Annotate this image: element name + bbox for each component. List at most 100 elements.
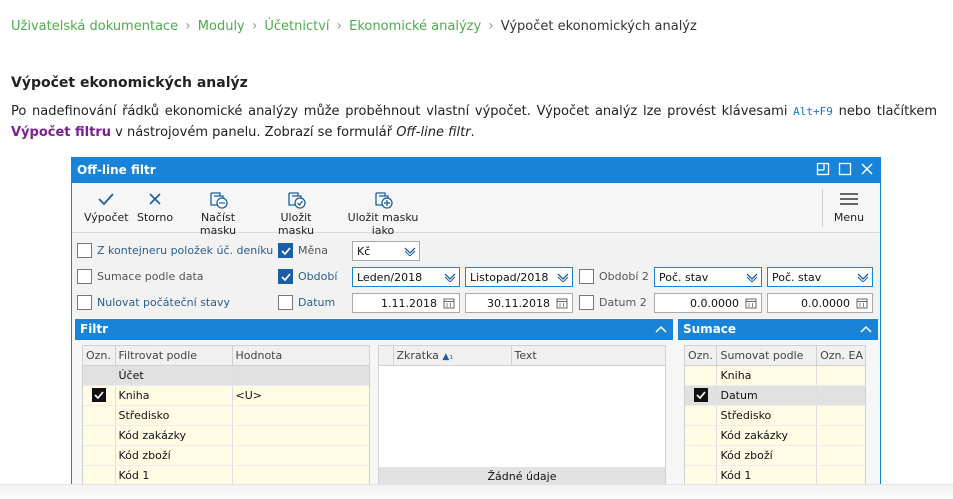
filter-field-cell[interactable]: Středisko (115, 405, 233, 426)
table-row[interactable]: Kód zakázky (83, 425, 369, 446)
checkmark-icon (91, 388, 106, 402)
row-mark-cell[interactable] (83, 425, 116, 446)
filter-panel-title: Filtr (80, 322, 109, 336)
date2-from-value: 0.0.0000 (690, 297, 739, 310)
currency-select[interactable]: Kč (352, 241, 420, 261)
chevron-up-icon[interactable] (654, 322, 668, 336)
sum-field-cell[interactable]: Kód zakázky (716, 425, 818, 446)
from-container-checkbox[interactable] (77, 243, 92, 258)
filter-field-cell[interactable]: Kód zakázky (115, 425, 233, 446)
period-checkbox[interactable] (278, 269, 293, 284)
cancel-button[interactable]: Storno (137, 189, 173, 224)
breadcrumb-link-docs[interactable]: Uživatelská dokumentace (11, 19, 178, 34)
breadcrumb-link-modules[interactable]: Moduly (198, 19, 245, 34)
table-row[interactable]: Středisko (685, 405, 865, 426)
button-reference: Výpočet filtru (11, 125, 112, 140)
filter-field-cell[interactable]: Kód 1 (115, 465, 233, 486)
row-mark-cell[interactable] (685, 445, 718, 466)
table-row[interactable]: Kód zakázky (685, 425, 865, 446)
sum-code-cell[interactable] (816, 385, 865, 406)
column-header[interactable]: Ozn. (685, 346, 718, 366)
date2-from-input[interactable]: 0.0.0000 (654, 293, 762, 313)
filter-value-cell[interactable] (232, 425, 369, 446)
filter-value-cell[interactable]: <U> (232, 385, 369, 406)
close-icon[interactable] (860, 162, 874, 176)
calc-button[interactable]: Výpočet (84, 189, 129, 224)
period2-from-select[interactable]: Poč. stav (654, 267, 762, 287)
row-mark-cell[interactable] (83, 445, 116, 466)
column-header[interactable]: Zkratka ▲₁ (393, 346, 512, 366)
period2-to-select[interactable]: Poč. stav (767, 267, 873, 287)
date2-checkbox[interactable] (579, 295, 594, 310)
sum-field-cell[interactable]: Středisko (716, 405, 818, 426)
menu-button[interactable]: Menu (830, 189, 868, 224)
row-mark-cell[interactable] (83, 365, 116, 386)
sum-code-cell[interactable] (816, 465, 865, 486)
period-to-select[interactable]: Listopad/2018 (465, 267, 573, 287)
checkmark-icon (98, 193, 114, 206)
row-mark-cell[interactable] (685, 385, 718, 406)
sum-by-date-checkbox[interactable] (77, 269, 92, 284)
filter-value-cell[interactable] (232, 445, 369, 466)
sum-field-cell[interactable]: Kód 1 (716, 465, 818, 486)
date-checkbox[interactable] (278, 295, 293, 310)
table-row[interactable]: Středisko (83, 405, 369, 426)
breadcrumb-link-accounting[interactable]: Účetnictví (264, 19, 329, 34)
row-mark-cell[interactable] (685, 425, 718, 446)
load-mask-button[interactable]: Načíst masku (184, 189, 252, 237)
row-mark-cell[interactable] (685, 365, 718, 386)
row-mark-cell[interactable] (685, 405, 718, 426)
period-from-select[interactable]: Leden/2018 (352, 267, 460, 287)
date-from-input[interactable]: 1.11.2018 (352, 293, 460, 313)
dropdown-icon (557, 273, 569, 282)
restore-icon[interactable] (816, 162, 830, 176)
date2-to-value: 0.0.0000 (801, 297, 850, 310)
save-mask-button[interactable]: Uložit masku (264, 189, 328, 237)
row-mark-cell[interactable] (83, 405, 116, 426)
sort-ascending-icon: ▲₁ (442, 351, 453, 362)
sum-code-cell[interactable] (816, 365, 865, 386)
filter-value-cell[interactable] (232, 365, 369, 386)
column-header[interactable]: Hodnota (232, 346, 369, 366)
sum-code-cell[interactable] (816, 405, 865, 426)
sum-field-cell[interactable]: Kód zboží (716, 445, 818, 466)
row-mark-cell[interactable] (685, 465, 718, 486)
filter-field-cell[interactable]: Kód zboží (115, 445, 233, 466)
table-row[interactable]: Kniha (685, 365, 865, 386)
filter-value-cell[interactable] (232, 465, 369, 486)
date-to-input[interactable]: 30.11.2018 (465, 293, 573, 313)
filter-field-cell[interactable]: Účet (115, 365, 233, 386)
row-mark-cell[interactable] (83, 465, 116, 486)
filter-field-cell[interactable]: Kniha (115, 385, 233, 406)
column-header[interactable]: Filtrovat podle (115, 346, 233, 366)
sum-by-date-label: Sumace podle data (97, 270, 204, 283)
filter-value-cell[interactable] (232, 405, 369, 426)
row-mark-cell[interactable] (83, 385, 116, 406)
chevron-up-icon[interactable] (859, 322, 873, 336)
date2-to-input[interactable]: 0.0.0000 (767, 293, 873, 313)
table-row[interactable]: Kniha <U> (83, 385, 369, 406)
reset-initial-checkbox[interactable] (77, 295, 92, 310)
sum-field-cell[interactable]: Datum (716, 385, 818, 406)
column-header[interactable]: Ozn. EA (816, 346, 865, 366)
table-row[interactable]: Kód 1 (685, 465, 865, 486)
period2-checkbox[interactable] (579, 269, 594, 284)
save-mask-as-button[interactable]: Uložit masku jako (340, 189, 426, 237)
sum-code-cell[interactable] (816, 425, 865, 446)
column-header[interactable]: Text (511, 346, 665, 366)
column-header[interactable]: Sumovat podle (716, 346, 818, 366)
currency-checkbox[interactable] (278, 243, 293, 258)
table-row[interactable]: Datum (685, 385, 865, 406)
table-row[interactable]: Kód zboží (685, 445, 865, 466)
checkmark-icon (693, 388, 708, 402)
currency-value: Kč (357, 245, 371, 258)
sum-code-cell[interactable] (816, 445, 865, 466)
table-row[interactable]: Účet (83, 365, 369, 386)
maximize-icon[interactable] (838, 162, 852, 176)
sum-field-cell[interactable]: Kniha (716, 365, 818, 386)
breadcrumb-link-analyses[interactable]: Ekonomické analýzy (349, 19, 481, 34)
table-row[interactable]: Kód 1 (83, 465, 369, 486)
table-row[interactable]: Kód zboží (83, 445, 369, 466)
paragraph-text: nebo tlačítkem (832, 104, 937, 119)
column-header[interactable]: Ozn. (83, 346, 116, 366)
